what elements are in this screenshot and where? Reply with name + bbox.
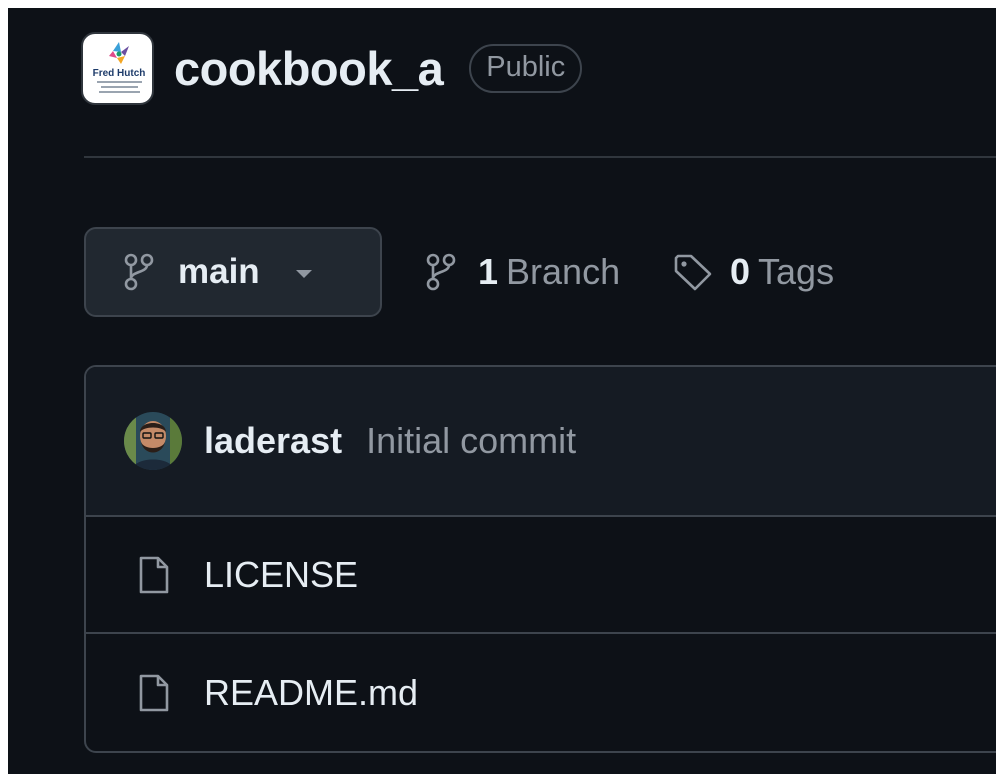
commit-message[interactable]: Initial commit <box>366 420 576 462</box>
file-row[interactable]: LICENSE <box>86 517 996 634</box>
branch-count: 1 <box>478 251 499 292</box>
tag-count-label: Tags <box>758 251 835 292</box>
file-icon <box>139 674 169 711</box>
avatar[interactable] <box>124 412 182 470</box>
file-row[interactable]: README.md <box>86 634 996 751</box>
commit-author[interactable]: laderast <box>204 420 342 462</box>
repo-header: Fred Hutch cookbook_a Public <box>81 31 583 105</box>
header-divider <box>84 156 996 158</box>
current-branch-label: main <box>178 252 260 291</box>
file-name[interactable]: LICENSE <box>204 554 358 596</box>
file-name[interactable]: README.md <box>204 672 418 714</box>
git-branch-icon <box>426 253 456 291</box>
tag-icon <box>674 254 712 291</box>
file-listing: laderast Initial commit LICENSE README.m… <box>84 365 996 753</box>
git-branch-icon <box>124 253 154 291</box>
repo-page: Fred Hutch cookbook_a Public main 1 Bran… <box>8 8 996 774</box>
repo-name[interactable]: cookbook_a <box>174 41 444 96</box>
branch-count-label: Branch <box>506 251 621 292</box>
latest-commit-row: laderast Initial commit <box>86 367 996 517</box>
branches-link[interactable]: 1 Branch <box>426 240 620 304</box>
tags-link[interactable]: 0 Tags <box>672 240 834 304</box>
branch-selector-button[interactable]: main <box>84 227 382 317</box>
chevron-down-icon <box>295 270 312 278</box>
tag-count: 0 <box>730 251 751 292</box>
org-logo[interactable]: Fred Hutch <box>81 31 154 105</box>
org-logo-text: Fred Hutch <box>93 68 146 79</box>
visibility-badge: Public <box>469 43 583 93</box>
file-icon <box>139 556 169 593</box>
